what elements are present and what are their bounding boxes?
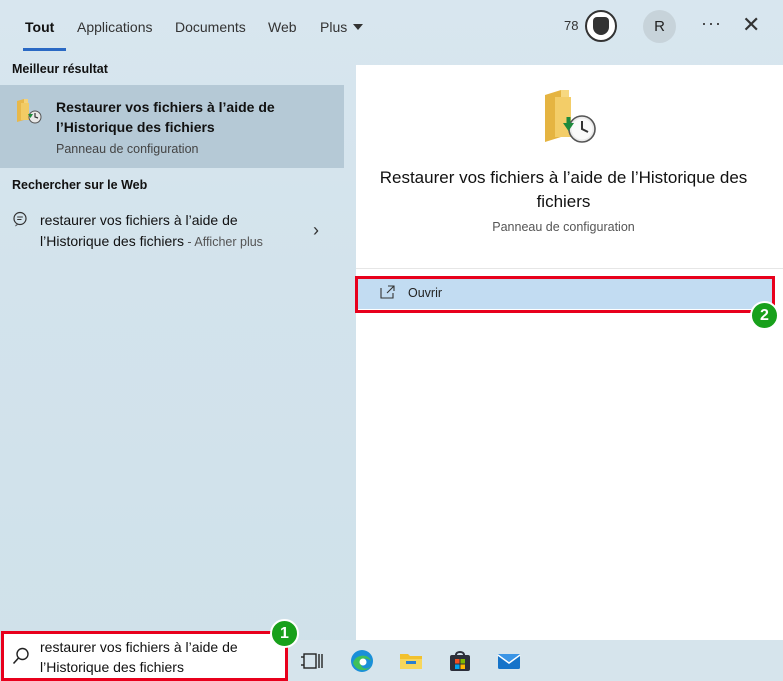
tab-applications[interactable]: Applications	[77, 0, 153, 53]
rewards-trophy-icon[interactable]	[585, 10, 617, 42]
tab-label: Tout	[25, 18, 55, 35]
close-icon[interactable]: ✕	[742, 12, 760, 38]
tab-documents[interactable]: Documents	[175, 0, 246, 53]
ellipsis-icon[interactable]: ···	[701, 13, 722, 34]
annotation-badge-1: 1	[270, 619, 299, 648]
tab-tout[interactable]: Tout	[22, 0, 67, 53]
detail-subtitle: Panneau de configuration	[492, 220, 635, 234]
avatar[interactable]: R	[643, 10, 676, 43]
divider	[356, 268, 783, 269]
annotation-box-open	[355, 276, 775, 313]
best-match-subtitle: Panneau de configuration	[56, 142, 199, 156]
search-tabs-bar: Tout Applications Documents Web Plus 78 …	[0, 0, 783, 53]
web-search-heading: Rechercher sur le Web	[12, 178, 148, 192]
annotation-badge-number: 2	[760, 306, 769, 324]
tab-label: Web	[268, 18, 297, 35]
avatar-initial: R	[654, 18, 665, 35]
detail-title: Restaurer vos fichiers à l’aide de l’His…	[379, 168, 748, 211]
task-view-icon[interactable]	[300, 648, 326, 674]
tab-label: Applications	[77, 18, 153, 35]
store-icon[interactable]	[447, 648, 473, 674]
web-search-icon	[13, 211, 27, 227]
edge-icon[interactable]	[349, 648, 375, 674]
annotation-badge-2: 2	[750, 301, 779, 330]
best-match-heading: Meilleur résultat	[12, 62, 108, 76]
file-history-large-icon	[545, 90, 596, 143]
detail-panel: Restaurer vos fichiers à l’aide de l’His…	[356, 65, 783, 640]
tab-plus[interactable]: Plus	[320, 0, 364, 53]
annotation-box-search	[1, 631, 288, 681]
tab-label: Plus	[320, 18, 348, 35]
show-more-link[interactable]: - Afficher plus	[184, 235, 263, 249]
best-match-result[interactable]: Restaurer vos fichiers à l’aide de l’His…	[0, 85, 344, 168]
chevron-down-icon	[353, 23, 364, 30]
best-match-title: Restaurer vos fichiers à l’aide de l’His…	[56, 99, 275, 135]
mail-icon[interactable]	[496, 648, 522, 674]
rewards-points: 78	[564, 18, 579, 33]
file-history-icon	[17, 99, 42, 124]
tab-web[interactable]: Web	[268, 0, 297, 53]
chevron-right-icon[interactable]: ›	[313, 220, 319, 241]
web-search-suggestion[interactable]: restaurer vos fichiers à l’aide de l’His…	[0, 203, 344, 259]
file-explorer-icon[interactable]	[398, 648, 424, 674]
tab-label: Documents	[175, 18, 246, 35]
annotation-badge-number: 1	[280, 624, 289, 642]
